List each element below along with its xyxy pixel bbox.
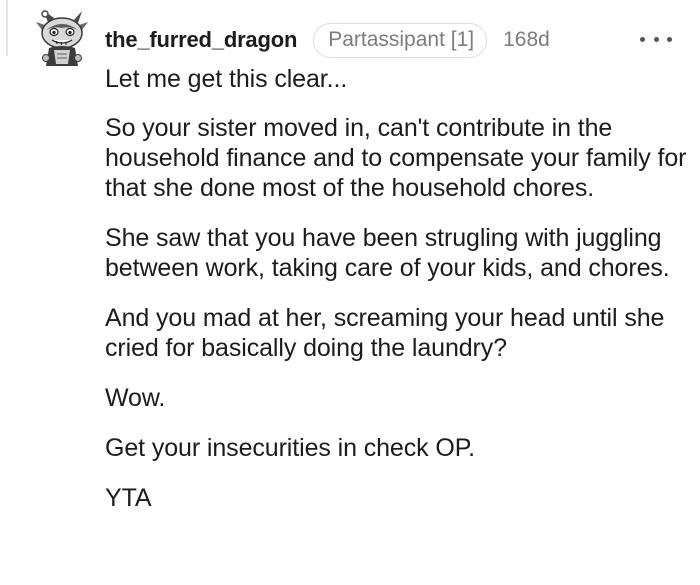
comment-paragraph: Let me get this clear... — [105, 65, 348, 93]
more-options-icon — [640, 36, 645, 42]
comment-paragraph: So your sister moved in, can't contribut… — [105, 114, 687, 202]
more-options-icon-dot — [667, 36, 672, 42]
more-options-icon-dot — [653, 36, 659, 42]
avatar[interactable] — [34, 8, 90, 68]
comment-body: Let me get this clear... So your sister … — [105, 64, 690, 533]
comment-paragraph: Get your insecurities in check OP. — [105, 434, 475, 462]
snoo-dragon-avatar-icon — [36, 10, 88, 66]
comment-paragraph: She saw that you have been strugling wit… — [105, 224, 670, 282]
comment-paragraph: And you mad at her, screaming your head … — [105, 304, 665, 362]
comment-header: the_furred_dragon Partassipant [1] 168d — [105, 22, 550, 58]
user-flair: Partassipant [1] — [313, 22, 488, 58]
comment-age[interactable]: 168d — [503, 28, 550, 52]
thread-line — [6, 0, 8, 56]
comment-paragraph: Wow. — [105, 384, 166, 412]
username-link[interactable]: the_furred_dragon — [105, 27, 297, 53]
comment-paragraph: YTA — [105, 484, 152, 512]
more-options-button[interactable] — [640, 31, 672, 47]
